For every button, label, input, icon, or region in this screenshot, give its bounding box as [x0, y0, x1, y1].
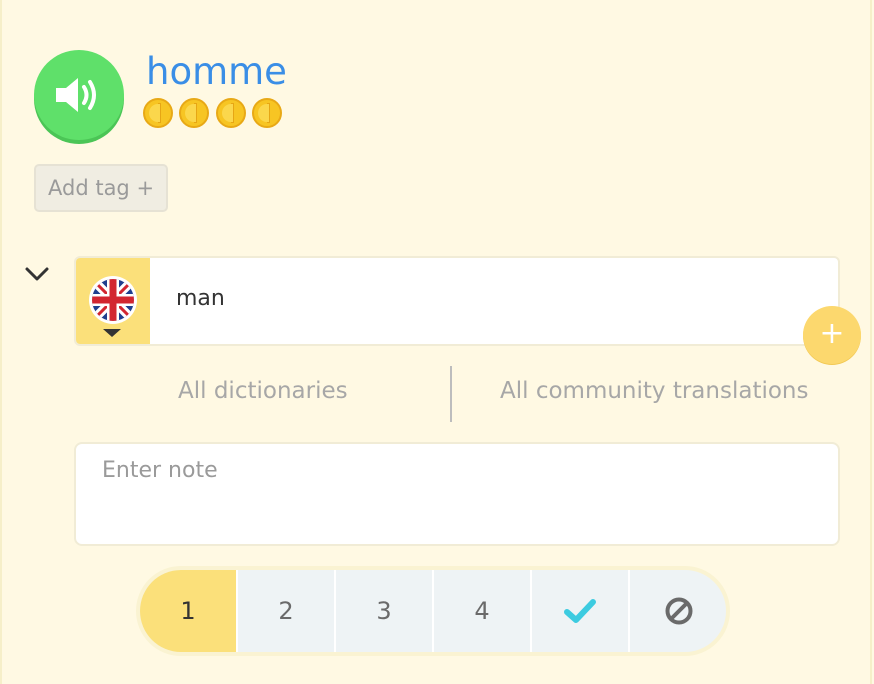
check-icon: [564, 599, 596, 623]
add-tag-button[interactable]: Add tag +: [34, 164, 168, 212]
language-selector[interactable]: [76, 258, 150, 344]
word-title: homme: [146, 50, 287, 93]
chevron-down-icon[interactable]: [24, 264, 50, 284]
divider: [450, 366, 452, 422]
rating-button-3[interactable]: 3: [336, 570, 434, 652]
uk-flag-icon: [89, 276, 137, 324]
speaker-icon: [56, 78, 96, 112]
all-community-translations-link[interactable]: All community translations: [500, 378, 809, 404]
translation-row: man: [74, 256, 840, 346]
coin-icon: [252, 98, 282, 128]
all-dictionaries-link[interactable]: All dictionaries: [178, 378, 348, 404]
play-audio-button[interactable]: [34, 50, 124, 140]
translation-text[interactable]: man: [176, 284, 225, 314]
ban-icon: [665, 597, 693, 625]
known-button[interactable]: [532, 570, 630, 652]
coin-icon: [179, 98, 209, 128]
status-rating-bar: 1 2 3 4: [136, 566, 730, 656]
note-input[interactable]: Enter note: [74, 442, 840, 546]
coin-icon: [143, 98, 173, 128]
rating-button-4[interactable]: 4: [434, 570, 532, 652]
caret-down-icon: [103, 329, 121, 337]
rating-button-2[interactable]: 2: [238, 570, 336, 652]
coin-icon: [216, 98, 246, 128]
rating-button-1[interactable]: 1: [140, 570, 238, 652]
ignore-button[interactable]: [630, 570, 726, 652]
add-translation-button[interactable]: +: [803, 306, 861, 364]
